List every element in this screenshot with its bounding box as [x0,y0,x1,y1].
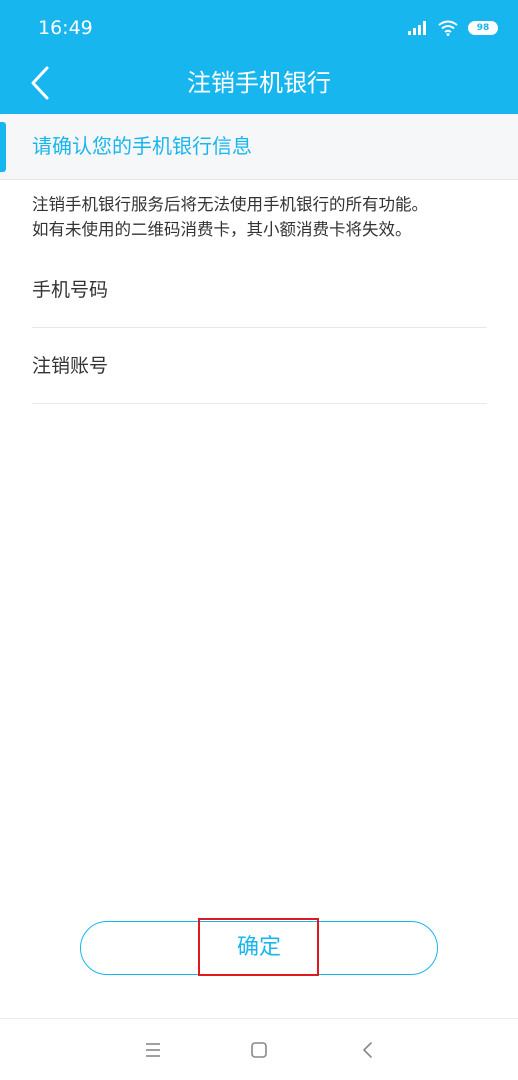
notice-line-2: 如有未使用的二维码消费卡，其小额消费卡将失效。 [32,220,412,239]
status-icons: 98 [408,18,498,38]
signal-icon [408,21,426,35]
phone-number-label: 手机号码 [32,279,109,301]
home-icon [251,1042,267,1058]
cancel-account-label: 注销账号 [32,355,109,377]
section-title: 请确认您的手机银行信息 [32,134,252,158]
battery-icon: 98 [468,21,498,35]
notice-line-1: 注销手机银行服务后将无法使用手机银行的所有功能。 [32,195,428,214]
section-accent-bar [0,122,6,172]
system-back-button[interactable] [356,1038,380,1062]
section-header: 请确认您的手机银行信息 [0,114,518,180]
wifi-icon [438,20,458,36]
app-header: 16:49 98 注销手机银行 [0,0,518,114]
system-nav-bar [0,1018,518,1080]
confirm-button[interactable]: 确定 [80,918,438,976]
cancel-account-row: 注销账号 [32,328,487,404]
system-menu-button[interactable] [141,1038,165,1062]
battery-level: 98 [476,23,490,33]
phone-number-row: 手机号码 [32,252,487,328]
status-time: 16:49 [38,17,93,39]
system-home-button[interactable] [247,1038,271,1062]
menu-icon [146,1043,160,1057]
cancel-notice: 注销手机银行服务后将无法使用手机银行的所有功能。 如有未使用的二维码消费卡，其小… [32,192,502,242]
back-icon [363,1042,372,1058]
page-title: 注销手机银行 [187,69,331,97]
highlight-box [198,918,319,976]
